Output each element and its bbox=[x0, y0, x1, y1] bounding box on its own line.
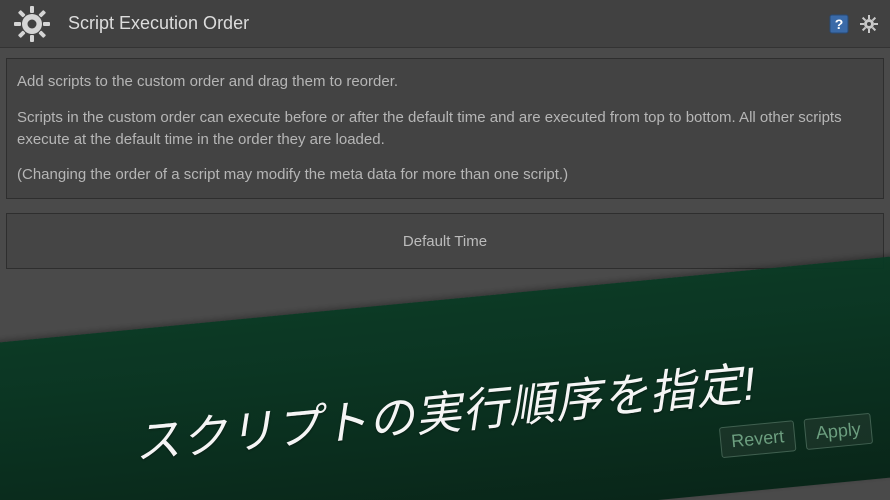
settings-gear-icon[interactable] bbox=[858, 13, 880, 35]
default-time-label: Default Time bbox=[403, 233, 487, 250]
help-icon[interactable]: ? bbox=[828, 13, 850, 35]
header-gear-icon bbox=[10, 2, 54, 46]
svg-text:?: ? bbox=[835, 16, 844, 32]
page-title: Script Execution Order bbox=[68, 13, 828, 34]
default-time-row[interactable]: Default Time bbox=[6, 213, 884, 269]
info-line-2: Scripts in the custom order can execute … bbox=[17, 107, 873, 151]
banner-text: スクリプトの実行順序を指定! bbox=[131, 347, 759, 473]
body-area: Add scripts to the custom order and drag… bbox=[0, 48, 890, 279]
info-line-1: Add scripts to the custom order and drag… bbox=[17, 71, 873, 93]
header-bar: Script Execution Order ? bbox=[0, 0, 890, 48]
header-icons: ? bbox=[828, 13, 880, 35]
apply-button[interactable]: Apply bbox=[803, 413, 873, 450]
info-line-3: (Changing the order of a script may modi… bbox=[17, 164, 873, 186]
info-description-box: Add scripts to the custom order and drag… bbox=[6, 58, 884, 199]
banner-overlay: スクリプトの実行順序を指定! bbox=[0, 252, 890, 500]
script-execution-order-window: Script Execution Order ? bbox=[0, 0, 890, 500]
